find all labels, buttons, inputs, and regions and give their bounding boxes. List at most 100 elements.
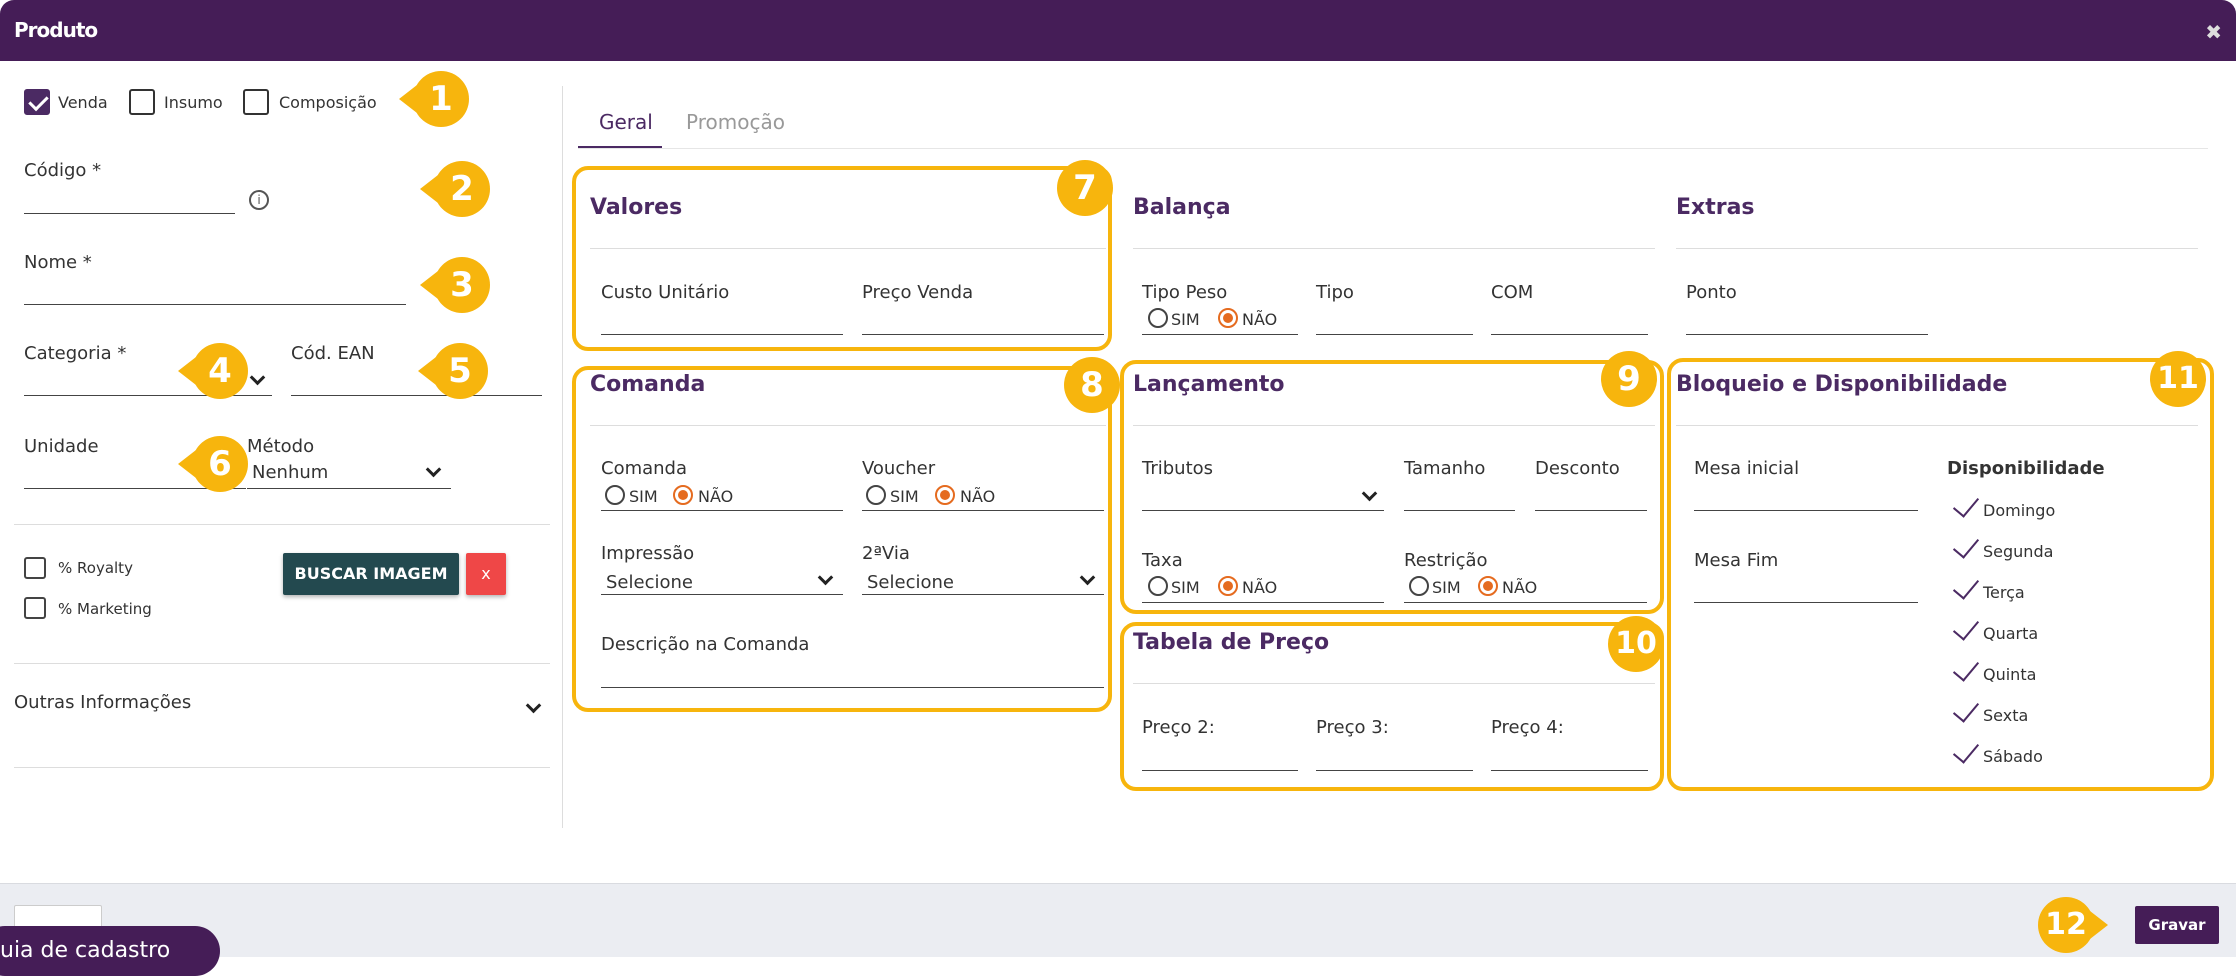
nome-input[interactable] (24, 304, 406, 305)
badge-2: 2 (420, 161, 490, 217)
valores-title: Valores (590, 195, 683, 220)
tipo-peso-label: Tipo Peso (1142, 282, 1228, 303)
comanda-nao-radio[interactable] (673, 485, 693, 505)
extras-title: Extras (1676, 195, 1755, 220)
impressao-select[interactable] (601, 594, 843, 595)
ean-label: Cód. EAN (291, 343, 375, 364)
ponto-input[interactable] (1686, 334, 1928, 335)
impressao-value: Selecione (606, 572, 693, 593)
nao-label: NÃO (1242, 310, 1278, 329)
segunda-via-select[interactable] (862, 594, 1104, 595)
bloqueio-title: Bloqueio e Disponibilidade (1676, 372, 2008, 397)
day-quarta: Quarta (1983, 624, 2039, 643)
preco3-input[interactable] (1316, 770, 1473, 771)
voucher-nao-radio[interactable] (935, 485, 955, 505)
impressao-label: Impressão (601, 543, 695, 564)
categoria-label: Categoria * (24, 343, 127, 364)
preco-venda-input[interactable] (862, 334, 1104, 335)
preco2-input[interactable] (1142, 770, 1298, 771)
tipo-label: Tipo (1316, 282, 1354, 303)
chevron-down-icon[interactable] (525, 697, 542, 714)
remove-image-button[interactable]: x (466, 553, 506, 595)
insumo-checkbox[interactable] (129, 89, 155, 115)
disponibilidade-label: Disponibilidade (1947, 458, 2105, 479)
tab-promocao[interactable]: Promoção (686, 110, 785, 134)
taxa-field (1142, 602, 1384, 603)
composicao-label: Composição (279, 93, 377, 112)
desconto-input[interactable] (1535, 510, 1647, 511)
taxa-nao-radio[interactable] (1218, 576, 1238, 596)
tamanho-label: Tamanho (1404, 458, 1486, 479)
badge-4: 4 (178, 343, 248, 399)
day-segunda: Segunda (1983, 542, 2054, 561)
comanda-field (601, 510, 843, 511)
window-title: Produto (14, 18, 98, 42)
com-input[interactable] (1491, 334, 1648, 335)
tamanho-input[interactable] (1404, 510, 1515, 511)
custo-input[interactable] (601, 334, 843, 335)
mesa-fim-label: Mesa Fim (1694, 550, 1779, 571)
comanda-label: Comanda (601, 458, 688, 479)
royalty-checkbox[interactable] (24, 557, 46, 579)
buscar-imagem-button[interactable]: BUSCAR IMAGEM (283, 553, 459, 595)
segunda-via-value: Selecione (867, 572, 954, 593)
divider (1676, 425, 2198, 426)
taxa-sim-radio[interactable] (1148, 576, 1168, 596)
badge-8: 8 (1064, 357, 1120, 413)
nao-label: NÃO (960, 487, 996, 506)
badge-11: 11 (2150, 351, 2206, 407)
metodo-label: Método (247, 436, 315, 457)
tab-geral[interactable]: Geral (599, 110, 653, 134)
preco4-input[interactable] (1491, 770, 1648, 771)
divider (14, 663, 550, 664)
restricao-nao-radio[interactable] (1478, 576, 1498, 596)
divider (590, 248, 1106, 249)
tributos-label: Tributos (1142, 458, 1214, 479)
codigo-input[interactable] (24, 213, 235, 214)
voucher-sim-radio[interactable] (866, 485, 886, 505)
info-icon[interactable]: i (249, 190, 269, 210)
desconto-label: Desconto (1535, 458, 1620, 479)
highlight-box-comanda (572, 366, 1112, 712)
gravar-button[interactable]: Gravar (2135, 906, 2219, 944)
tributos-select[interactable] (1142, 510, 1384, 511)
sim-label: SIM (1171, 578, 1200, 597)
tipo-peso-field (1142, 334, 1298, 335)
venda-checkbox[interactable] (24, 89, 50, 115)
day-quinta: Quinta (1983, 665, 2037, 684)
highlight-box-bloqueio (1667, 358, 2214, 791)
guia-cadastro-button[interactable]: uia de cadastro (0, 926, 220, 976)
mesa-fim-input[interactable] (1694, 602, 1918, 603)
preco-venda-label: Preço Venda (862, 282, 974, 303)
voucher-field (862, 510, 1104, 511)
mesa-inicial-input[interactable] (1694, 510, 1918, 511)
tabela-preco-title: Tabela de Preço (1133, 630, 1330, 655)
divider (1133, 683, 1655, 684)
descricao-label: Descrição na Comanda (601, 634, 810, 655)
ponto-label: Ponto (1686, 282, 1737, 303)
comanda-sim-radio[interactable] (605, 485, 625, 505)
voucher-label: Voucher (862, 458, 936, 479)
nao-label: NÃO (1242, 578, 1278, 597)
divider (590, 425, 1106, 426)
close-icon[interactable]: ✖ (2205, 20, 2222, 44)
mesa-inicial-label: Mesa inicial (1694, 458, 1800, 479)
com-label: COM (1491, 282, 1534, 303)
categoria-select[interactable] (24, 395, 272, 396)
restricao-label: Restrição (1404, 550, 1488, 571)
outras-informacoes-label[interactable]: Outras Informações (14, 692, 191, 713)
metodo-select[interactable] (247, 488, 451, 489)
sim-label: SIM (629, 487, 658, 506)
tipo-peso-nao-radio[interactable] (1218, 308, 1238, 328)
sim-label: SIM (1432, 578, 1461, 597)
tipo-input[interactable] (1316, 334, 1473, 335)
tipo-peso-sim-radio[interactable] (1148, 308, 1168, 328)
chevron-down-icon (425, 461, 442, 478)
badge-1: 1 (399, 71, 469, 127)
restricao-sim-radio[interactable] (1409, 576, 1429, 596)
marketing-checkbox[interactable] (24, 597, 46, 619)
descricao-input[interactable] (601, 687, 1104, 688)
ean-input[interactable] (291, 395, 542, 396)
divider (1133, 248, 1655, 249)
composicao-checkbox[interactable] (243, 89, 269, 115)
